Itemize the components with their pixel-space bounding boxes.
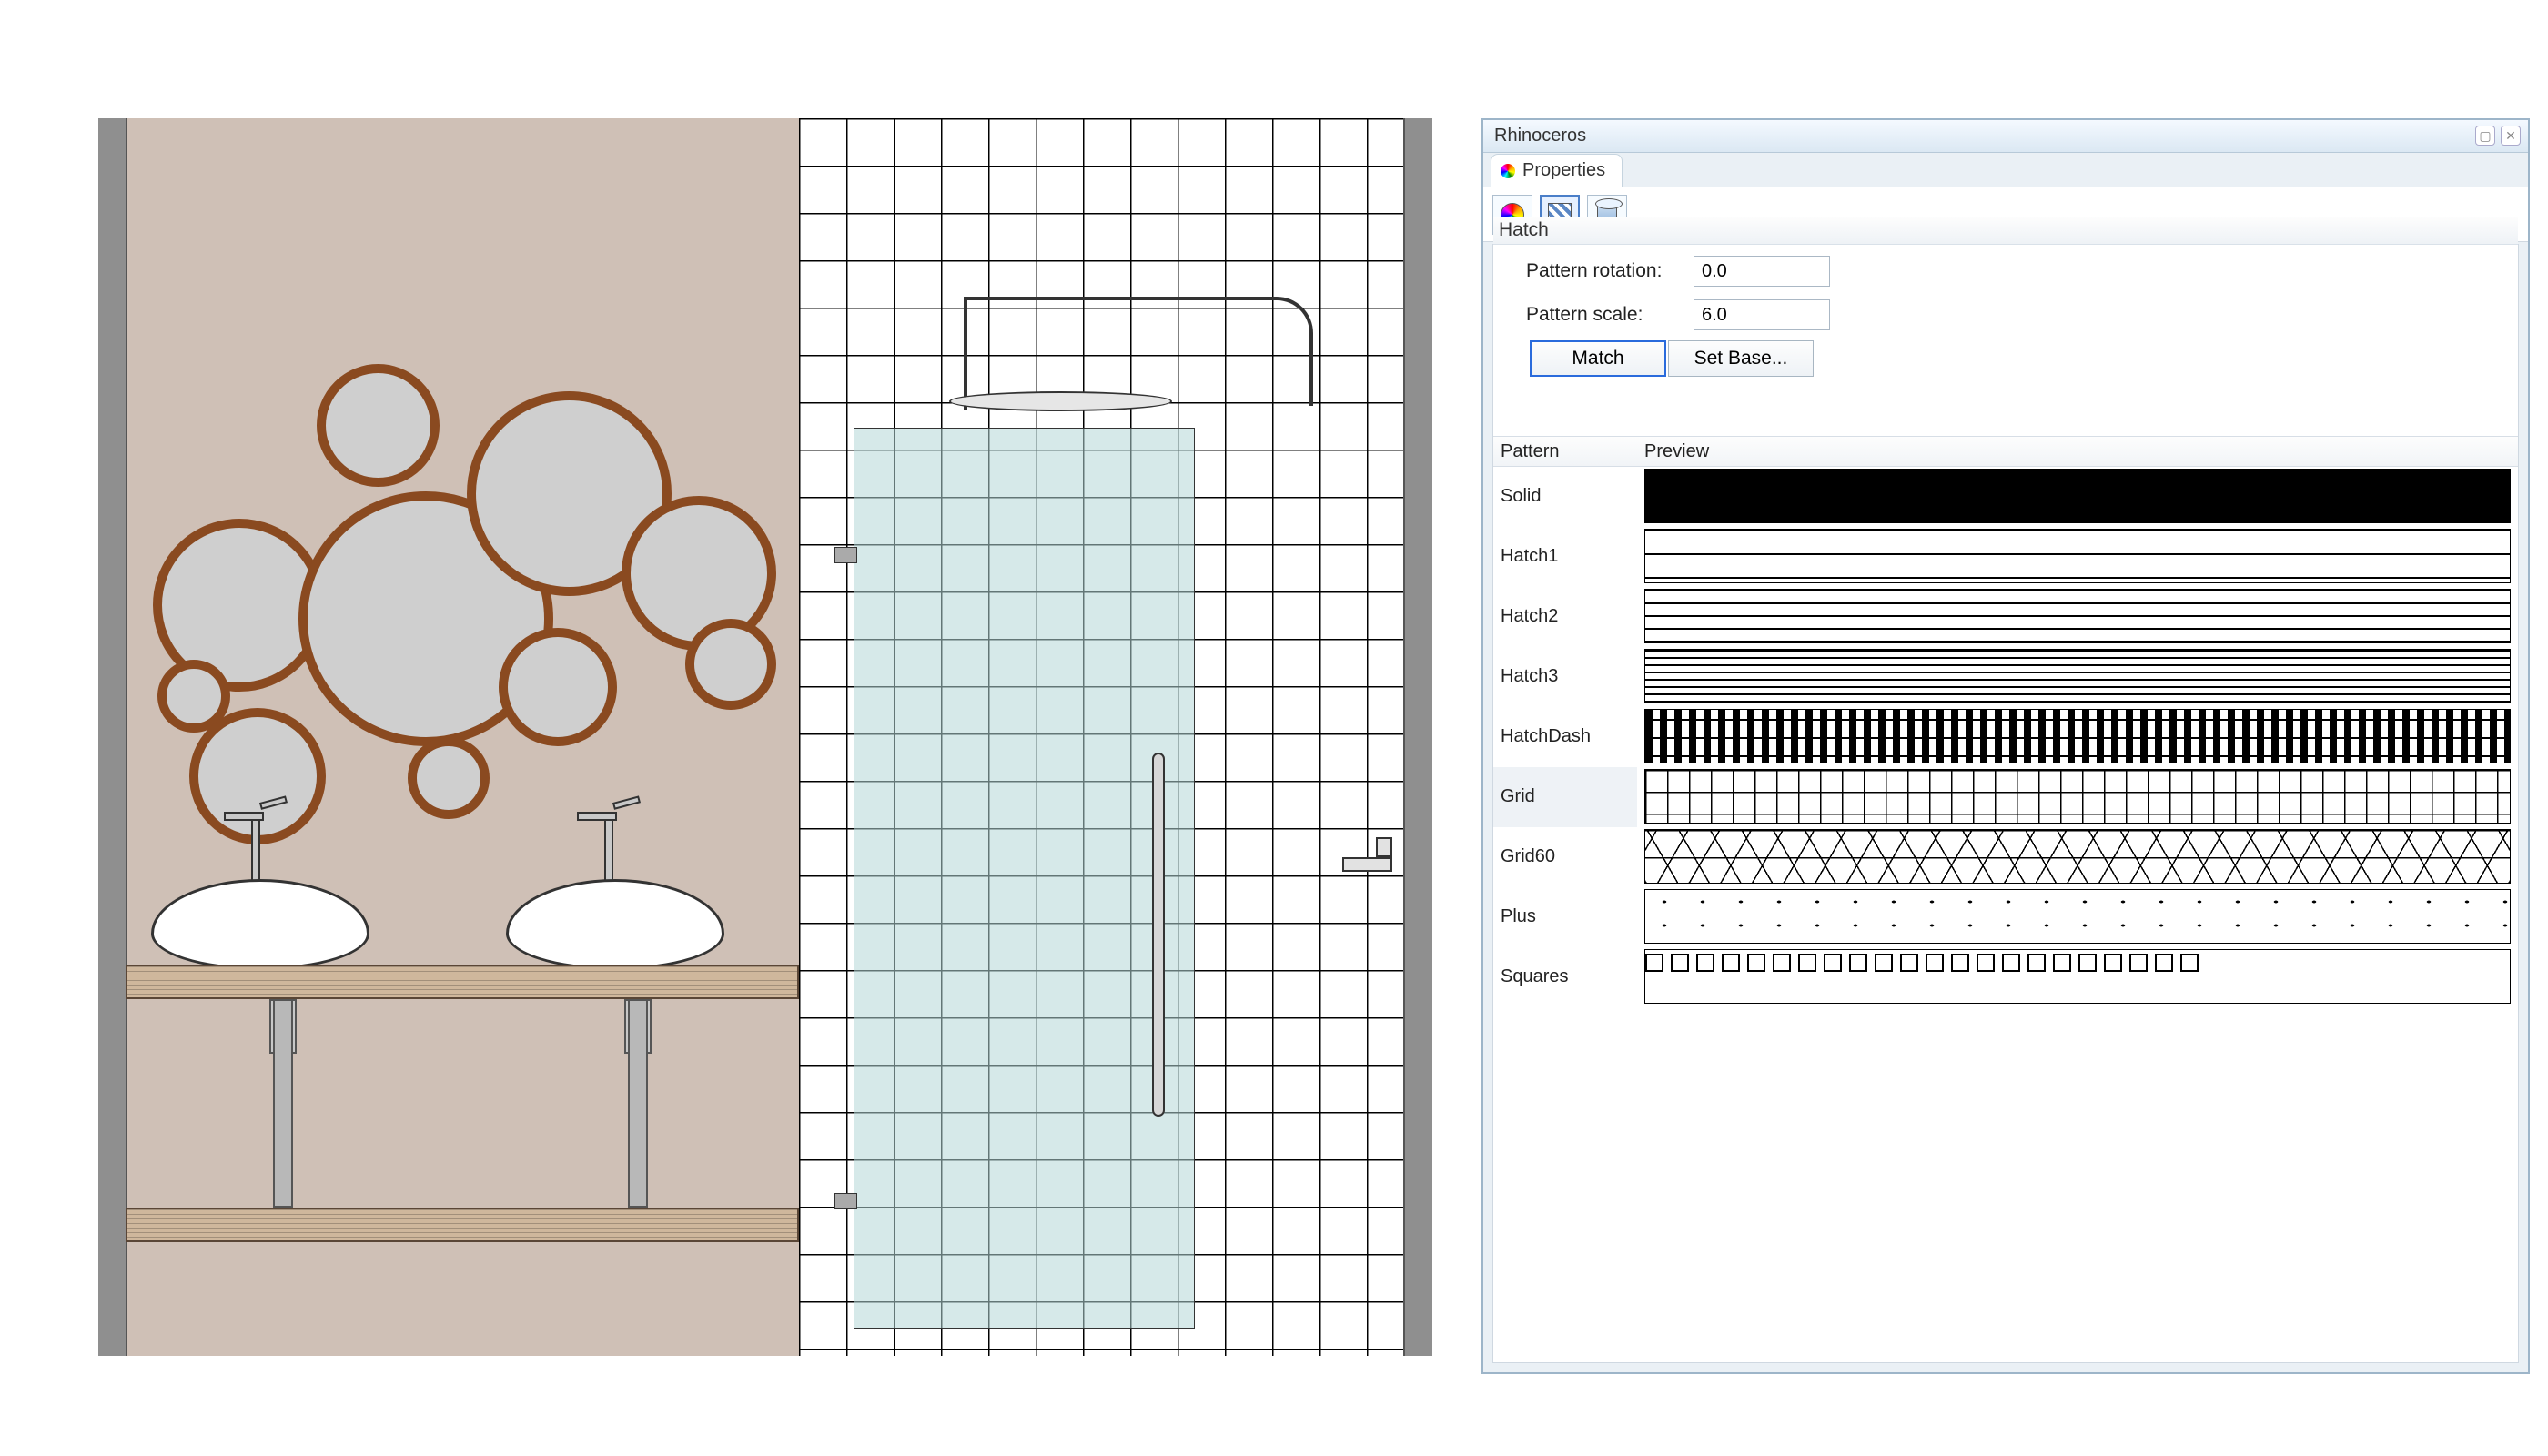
- mirror-circle: [499, 628, 617, 746]
- hinge-icon: [834, 1193, 857, 1209]
- hinge-icon: [834, 547, 857, 563]
- pattern-preview-hatchdash[interactable]: [1644, 709, 2511, 763]
- col-header-preview: Preview: [1637, 436, 2518, 467]
- tab-label: Properties: [1522, 160, 1605, 181]
- pattern-row[interactable]: Hatch3: [1493, 647, 1637, 707]
- pattern-preview-plus[interactable]: [1644, 889, 2511, 944]
- color-wheel-icon: [1501, 164, 1515, 178]
- rotation-label: Pattern rotation:: [1501, 260, 1683, 282]
- pattern-row[interactable]: Hatch2: [1493, 587, 1637, 647]
- properties-panel: Rhinoceros ▢ ✕ Properties Hatch Pattern …: [1481, 118, 2530, 1374]
- shower-arm: [967, 297, 1313, 406]
- shelf-bottom: [126, 1208, 799, 1242]
- section-title: Hatch: [1493, 217, 2518, 245]
- mirror-circle: [685, 619, 776, 710]
- window-title: Rhinoceros: [1494, 126, 1586, 147]
- wall-left: [98, 118, 126, 1356]
- tabstrip: Properties: [1483, 153, 2528, 187]
- pattern-preview-hatch1[interactable]: [1644, 529, 2511, 583]
- rotation-input[interactable]: [1694, 256, 1830, 287]
- support: [273, 999, 293, 1208]
- pattern-row[interactable]: Squares: [1493, 947, 1637, 1007]
- pattern-preview-hatch3[interactable]: [1644, 649, 2511, 703]
- pattern-preview-grid60[interactable]: [1644, 829, 2511, 884]
- support: [628, 999, 648, 1208]
- faucet: [215, 803, 288, 885]
- mirror-circle: [408, 737, 490, 819]
- pattern-row[interactable]: Grid60: [1493, 827, 1637, 887]
- door-handle: [1152, 753, 1165, 1117]
- faucet: [568, 803, 641, 885]
- pattern-row[interactable]: Solid: [1493, 467, 1637, 527]
- pattern-row[interactable]: Plus: [1493, 887, 1637, 947]
- hatch-form: Pattern rotation: Pattern scale: Match S…: [1493, 245, 2518, 381]
- vanity-counter: [126, 965, 799, 1242]
- pattern-preview-squares[interactable]: [1644, 949, 2511, 1004]
- panel-body: Hatch Pattern rotation: Pattern scale: M…: [1492, 244, 2519, 1363]
- pattern-preview-solid[interactable]: [1644, 469, 2511, 523]
- shower-head: [949, 391, 1172, 411]
- tab-properties[interactable]: Properties: [1491, 154, 1623, 187]
- wall-right: [1405, 118, 1432, 1356]
- mirror-circle: [317, 364, 440, 487]
- pattern-preview-hatch2[interactable]: [1644, 589, 2511, 643]
- pattern-row[interactable]: HatchDash: [1493, 707, 1637, 767]
- pattern-preview-grid[interactable]: [1644, 769, 2511, 824]
- set-base-button[interactable]: Set Base...: [1668, 340, 1814, 377]
- col-header-pattern: Pattern: [1493, 436, 1637, 467]
- shower-glass-door: [854, 428, 1195, 1329]
- bathroom-elevation: [98, 118, 1432, 1356]
- shelf-top: [126, 965, 799, 999]
- panel-titlebar[interactable]: Rhinoceros ▢ ✕: [1483, 120, 2528, 153]
- close-icon[interactable]: ✕: [2501, 126, 2521, 146]
- match-button[interactable]: Match: [1530, 340, 1666, 377]
- pattern-row-selected[interactable]: Grid: [1493, 767, 1637, 827]
- scale-input[interactable]: [1694, 299, 1830, 330]
- pattern-table: Pattern Solid Hatch1 Hatch2 Hatch3 Hatch…: [1493, 436, 2518, 1362]
- minimize-icon[interactable]: ▢: [2475, 126, 2495, 146]
- pattern-row[interactable]: Hatch1: [1493, 527, 1637, 587]
- scale-label: Pattern scale:: [1501, 304, 1683, 326]
- shower-tap: [1342, 837, 1392, 910]
